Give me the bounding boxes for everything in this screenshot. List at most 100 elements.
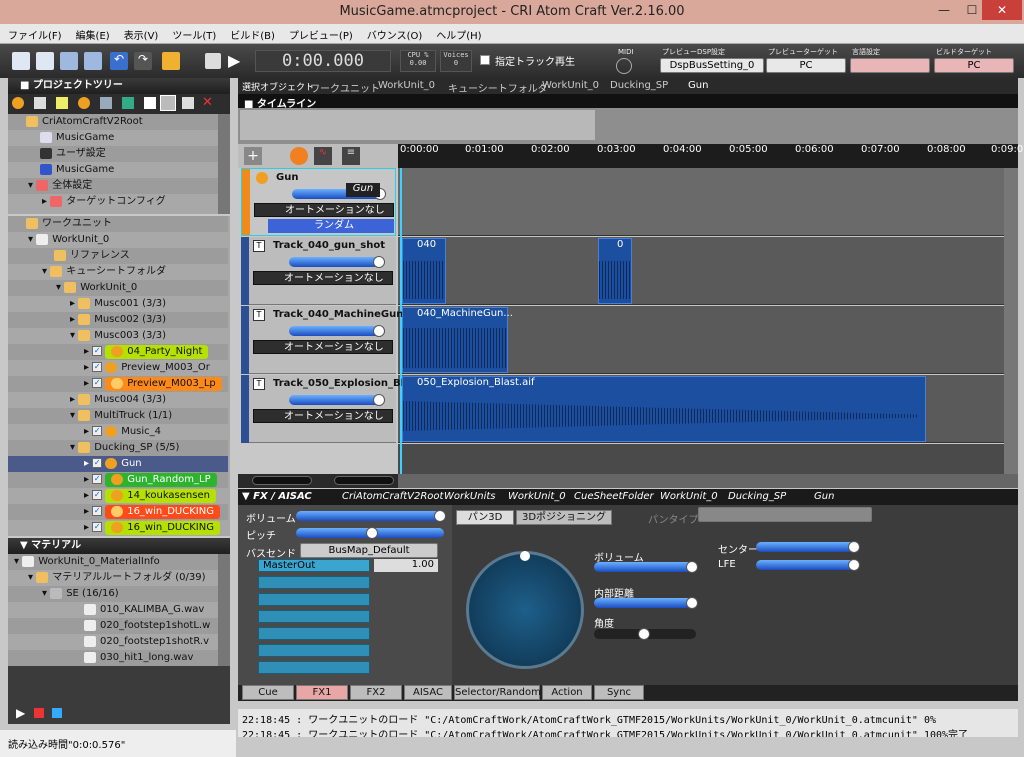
pantype-select[interactable] xyxy=(698,507,872,522)
tree-item[interactable]: ▸ ✓ 16_win_DUCKING xyxy=(8,520,228,536)
check-icon[interactable]: ✓ xyxy=(92,346,103,356)
tree-item[interactable]: ▸ ✓ Music_4 xyxy=(8,424,228,440)
tree-root[interactable]: CriAtomCraftV2Root xyxy=(8,114,228,130)
zoom-slider[interactable] xyxy=(334,476,394,485)
automation-icon[interactable]: ∿ xyxy=(314,147,332,165)
automation-select[interactable]: オートメーションなし xyxy=(253,340,393,354)
automation-select[interactable]: オートメーションなし xyxy=(253,409,393,423)
check-icon[interactable]: ✓ xyxy=(92,458,103,468)
tab-selector-random[interactable]: Selector/Random xyxy=(454,685,541,700)
breadcrumb-item[interactable]: WorkUnit_0 xyxy=(378,80,435,91)
slider-knob[interactable] xyxy=(848,559,860,571)
add-track-button[interactable]: + xyxy=(244,147,262,165)
folder-icon[interactable] xyxy=(100,97,112,109)
bus-row[interactable] xyxy=(258,593,370,606)
tab-aisac[interactable]: AISAC xyxy=(404,685,452,700)
inner-distance-slider[interactable] xyxy=(594,598,696,608)
breadcrumb-item[interactable]: Gun xyxy=(688,80,708,91)
tree-item[interactable]: ▸ Musc001 (3/3) xyxy=(8,296,228,312)
volume-slider[interactable] xyxy=(296,511,444,521)
open-icon[interactable] xyxy=(36,52,54,70)
bus-send-value[interactable]: 1.00 xyxy=(374,559,438,572)
waveform-clip[interactable]: 040_MachineGun... xyxy=(402,307,513,373)
slider-knob[interactable] xyxy=(373,394,385,406)
overview-strip[interactable] xyxy=(238,108,1018,144)
pan-circle[interactable] xyxy=(466,551,584,669)
fx-path-item[interactable]: Ducking_SP xyxy=(728,491,786,502)
track-header[interactable]: T Track_040_MachineGun... オートメーションなし xyxy=(241,306,415,374)
menu-tools[interactable]: ツール(T) xyxy=(164,24,222,42)
tree-item[interactable]: ▸ ✓ 16_win_DUCKING xyxy=(8,504,228,520)
slider-knob[interactable] xyxy=(434,510,446,522)
lang-select[interactable] xyxy=(850,58,930,73)
tree-item[interactable]: MusicGame xyxy=(8,130,228,146)
tree-item[interactable]: ▾ Ducking_SP (5/5) xyxy=(8,440,228,456)
new-icon[interactable] xyxy=(12,52,30,70)
random-select[interactable]: ランダム xyxy=(268,219,394,233)
tree-item[interactable]: ▸ ✓ 04_Party_Night xyxy=(8,344,228,360)
tab-cue[interactable]: Cue xyxy=(242,685,294,700)
slider-knob[interactable] xyxy=(373,325,385,337)
tree-item[interactable]: MusicGame xyxy=(8,162,228,178)
slider-knob[interactable] xyxy=(686,561,698,573)
track-header[interactable]: T Track_040_gun_shot オートメーションなし xyxy=(241,237,396,305)
pan-volume-slider[interactable] xyxy=(594,562,696,572)
slider-knob[interactable] xyxy=(366,527,378,539)
zoom-slider[interactable] xyxy=(252,476,312,485)
check-icon[interactable]: ✓ xyxy=(92,474,103,484)
target-select[interactable]: PC xyxy=(766,58,846,73)
save-all-icon[interactable] xyxy=(84,52,102,70)
automation-select[interactable]: オートメーションなし xyxy=(253,271,393,285)
menu-build[interactable]: ビルド(B) xyxy=(222,24,281,42)
fx-path-item[interactable]: WorkUnits xyxy=(444,491,495,502)
solo-checkbox[interactable] xyxy=(480,55,490,65)
breadcrumb-item[interactable]: WorkUnit_0 xyxy=(542,80,599,91)
track-volume-slider[interactable] xyxy=(289,395,385,405)
tree-item[interactable]: 020_footstep1shotL.w xyxy=(8,618,228,634)
track-volume-slider[interactable] xyxy=(289,326,385,336)
tab-action[interactable]: Action xyxy=(542,685,592,700)
tree-item[interactable]: ▾ キューシートフォルダ xyxy=(8,264,228,280)
breadcrumb-item[interactable]: ワークユニット xyxy=(310,80,380,95)
timeline-vscroll[interactable] xyxy=(1004,168,1018,474)
tree-item[interactable]: 020_footstep1shotR.v xyxy=(8,634,228,650)
bus-row[interactable] xyxy=(258,627,370,640)
excel-icon[interactable] xyxy=(122,97,134,109)
stop-icon[interactable] xyxy=(52,708,62,718)
slider-knob[interactable] xyxy=(686,597,698,609)
doc-icon[interactable] xyxy=(144,97,156,109)
material-scrollbar[interactable] xyxy=(218,554,230,666)
track-volume-slider[interactable] xyxy=(289,257,385,267)
menu-view[interactable]: 表示(V) xyxy=(116,24,165,42)
tree-item[interactable]: ▸ ✓ 14_koukasensen xyxy=(8,488,228,504)
fx-path-item[interactable]: WorkUnit_0 xyxy=(508,491,566,502)
bus-select[interactable]: BusMap_Default xyxy=(300,543,438,558)
tree-item[interactable]: ▸ ✓ Preview_M003_Lp xyxy=(8,376,228,392)
menu-edit[interactable]: 編集(E) xyxy=(68,24,116,42)
menu-help[interactable]: ヘルプ(H) xyxy=(428,24,487,42)
tree-item[interactable]: ▸ ✓ Preview_M003_Or xyxy=(8,360,228,376)
cue-lane[interactable] xyxy=(398,168,1018,236)
tab-fx2[interactable]: FX2 xyxy=(350,685,402,700)
timeline-hscroll[interactable] xyxy=(398,474,1018,488)
track2-icon[interactable] xyxy=(56,97,68,109)
tree-item[interactable]: リファレンス xyxy=(8,248,228,264)
tree-item[interactable]: ▸ ✓ Gun_Random_LP xyxy=(8,472,228,488)
stop-icon[interactable] xyxy=(205,53,221,69)
tree-item[interactable]: 010_KALIMBA_G.wav xyxy=(8,602,228,618)
pin-icon[interactable] xyxy=(160,95,176,111)
midi-icon[interactable] xyxy=(616,58,632,74)
tree-item[interactable]: ▾ SE (16/16) xyxy=(8,586,228,602)
check-icon[interactable]: ✓ xyxy=(92,378,103,388)
workunit-header[interactable]: ワークユニット xyxy=(8,216,228,232)
check-icon[interactable]: ✓ xyxy=(92,522,103,532)
check-icon[interactable]: ✓ xyxy=(92,490,103,500)
build-icon[interactable] xyxy=(162,52,180,70)
slider-knob[interactable] xyxy=(848,541,860,553)
tree-item[interactable]: ▾ Musc003 (3/3) xyxy=(8,328,228,344)
center-slider[interactable] xyxy=(756,542,858,552)
tree-item[interactable]: ▾ マテリアルルートフォルダ (0/39) xyxy=(8,570,228,586)
tab-fx1[interactable]: FX1 xyxy=(296,685,348,700)
bus-row[interactable] xyxy=(258,644,370,657)
tab-3d-positioning[interactable]: 3Dポジショニング xyxy=(516,510,612,525)
